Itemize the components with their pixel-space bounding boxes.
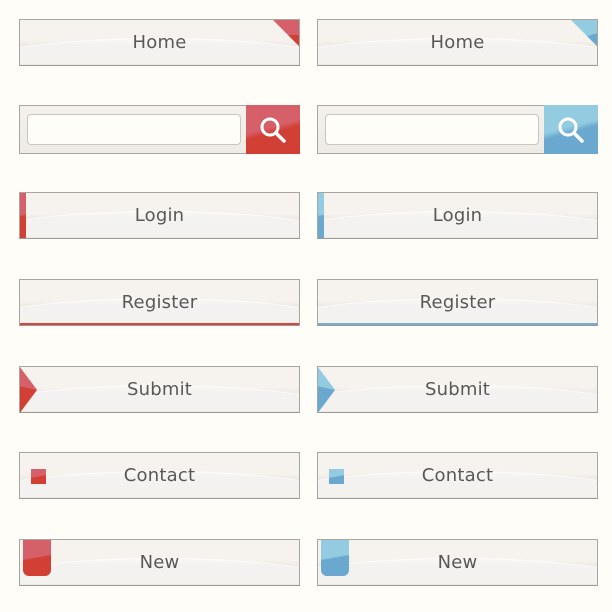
bookmark-tab-icon	[23, 540, 51, 576]
contact-button-red[interactable]: Contact	[19, 452, 300, 499]
search-icon	[260, 117, 286, 143]
corner-ribbon-icon	[571, 20, 597, 46]
new-button-red[interactable]: New	[19, 539, 300, 586]
bottom-accent-bar	[318, 323, 597, 325]
login-label: Login	[432, 205, 483, 226]
search-input[interactable]	[27, 114, 241, 145]
register-button-red[interactable]: Register	[19, 279, 300, 326]
contact-label: Contact	[421, 465, 494, 486]
register-label: Register	[419, 292, 496, 313]
contact-label: Contact	[123, 465, 196, 486]
left-accent-bar	[318, 193, 324, 238]
home-button-blue[interactable]: Home	[317, 19, 598, 66]
search-icon	[558, 117, 584, 143]
search-button[interactable]	[246, 105, 300, 154]
login-button-blue[interactable]: Login	[317, 192, 598, 239]
new-label: New	[139, 552, 180, 573]
home-button-red[interactable]: Home	[19, 19, 300, 66]
search-button[interactable]	[544, 105, 598, 154]
register-button-blue[interactable]: Register	[317, 279, 598, 326]
corner-ribbon-icon	[273, 20, 299, 46]
search-bar-red	[19, 105, 300, 154]
submit-label: Submit	[424, 379, 491, 400]
square-bullet-icon	[329, 469, 344, 484]
left-accent-bar	[20, 193, 26, 238]
login-button-red[interactable]: Login	[19, 192, 300, 239]
new-button-blue[interactable]: New	[317, 539, 598, 586]
arrow-right-icon	[318, 367, 335, 412]
home-label: Home	[430, 32, 485, 53]
register-label: Register	[121, 292, 198, 313]
bottom-accent-bar	[20, 323, 299, 325]
arrow-right-icon	[20, 367, 37, 412]
submit-button-red[interactable]: Submit	[19, 366, 300, 413]
home-label: Home	[132, 32, 187, 53]
search-bar-blue	[317, 105, 598, 154]
login-label: Login	[134, 205, 185, 226]
search-input[interactable]	[325, 114, 539, 145]
bookmark-tab-icon	[321, 540, 349, 576]
contact-button-blue[interactable]: Contact	[317, 452, 598, 499]
new-label: New	[437, 552, 478, 573]
submit-button-blue[interactable]: Submit	[317, 366, 598, 413]
submit-label: Submit	[126, 379, 193, 400]
square-bullet-icon	[31, 469, 46, 484]
